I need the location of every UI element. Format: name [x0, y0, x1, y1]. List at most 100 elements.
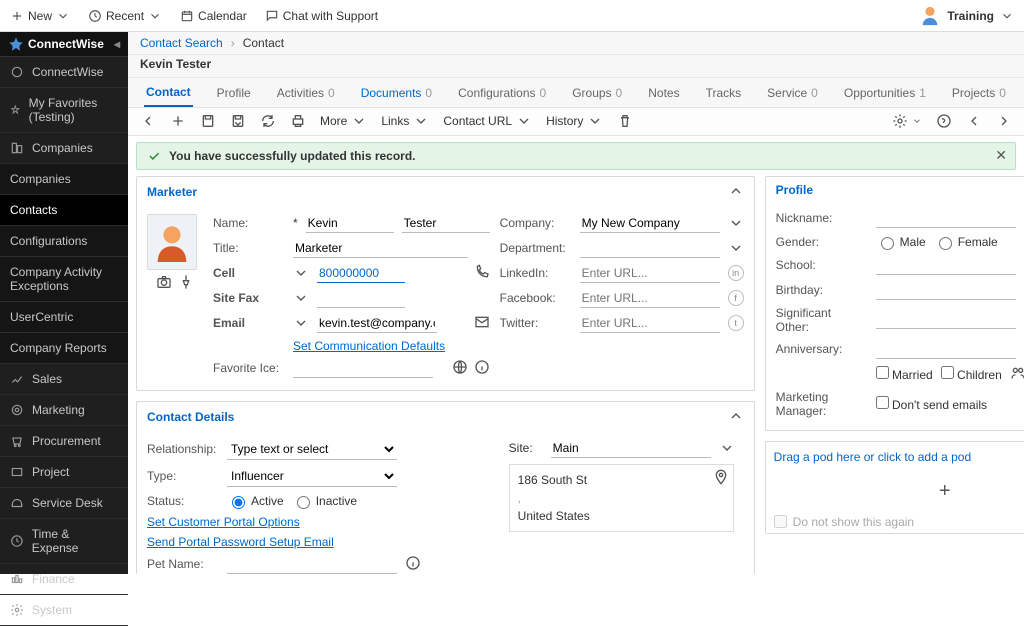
twitter-input[interactable]	[580, 314, 720, 333]
people-icon[interactable]	[1010, 365, 1024, 384]
map-pin-icon[interactable]	[713, 469, 729, 490]
breadcrumb-search[interactable]: Contact Search	[140, 36, 223, 50]
portal-password-link[interactable]: Send Portal Password Setup Email	[147, 535, 334, 549]
add-button[interactable]	[170, 113, 186, 129]
tab-contact[interactable]: Contact	[144, 79, 193, 107]
globe-icon[interactable]	[452, 359, 468, 378]
school-input[interactable]	[876, 256, 1016, 275]
gender-female-radio[interactable]: Female	[934, 234, 998, 250]
nav-finance[interactable]: Finance	[0, 564, 128, 595]
history-menu[interactable]: History	[546, 113, 603, 129]
more-menu[interactable]: More	[320, 113, 367, 129]
collapse-icon[interactable]	[728, 408, 744, 427]
chat-button[interactable]: Chat with Support	[265, 9, 378, 23]
save-close-button[interactable]	[230, 113, 246, 129]
chevron-down-icon[interactable]	[293, 290, 309, 306]
nav-service-desk[interactable]: Service Desk	[0, 488, 128, 519]
linkedin-input[interactable]	[580, 264, 720, 283]
chevron-down-icon[interactable]	[728, 215, 744, 231]
sub-company-reports[interactable]: Company Reports	[0, 333, 128, 364]
tab-notes[interactable]: Notes	[646, 80, 681, 106]
back-button[interactable]	[140, 113, 156, 129]
sub-contacts[interactable]: Contacts	[0, 195, 128, 226]
phone-icon[interactable]	[474, 264, 490, 283]
contact-photo[interactable]	[147, 214, 197, 270]
tab-profile[interactable]: Profile	[215, 80, 253, 106]
contact-url-menu[interactable]: Contact URL	[443, 113, 532, 129]
chevron-down-icon[interactable]	[719, 440, 735, 456]
nav-project[interactable]: Project	[0, 457, 128, 488]
links-menu[interactable]: Links	[381, 113, 429, 129]
customer-portal-link[interactable]: Set Customer Portal Options	[147, 515, 300, 529]
noshow-checkbox[interactable]	[774, 515, 787, 528]
tab-groups[interactable]: Groups0	[570, 80, 624, 106]
email-icon[interactable]	[474, 314, 490, 333]
sub-activity-exceptions[interactable]: Company Activity Exceptions	[0, 257, 128, 302]
company-input[interactable]	[580, 214, 720, 233]
nav-procurement[interactable]: Procurement	[0, 426, 128, 457]
twitter-icon[interactable]: t	[728, 315, 744, 331]
status-active-radio[interactable]: Active	[227, 493, 284, 509]
recent-button[interactable]: Recent	[88, 9, 162, 23]
linkedin-icon[interactable]: in	[728, 265, 744, 281]
phone-input[interactable]	[317, 264, 405, 283]
sub-configurations[interactable]: Configurations	[0, 226, 128, 257]
tab-projects[interactable]: Projects0	[950, 80, 1008, 106]
banner-close-icon[interactable]: ✕	[995, 147, 1007, 164]
married-checkbox[interactable]: Married	[876, 366, 933, 382]
children-checkbox[interactable]: Children	[941, 366, 1002, 382]
fax-input[interactable]	[317, 289, 405, 308]
relationship-select[interactable]: Type text or select	[227, 439, 397, 460]
nav-system[interactable]: System	[0, 595, 128, 626]
tab-tracks[interactable]: Tracks	[704, 80, 744, 106]
sub-usercentric[interactable]: UserCentric	[0, 302, 128, 333]
gender-male-radio[interactable]: Male	[876, 234, 926, 250]
camera-icon[interactable]	[156, 274, 172, 293]
calendar-button[interactable]: Calendar	[180, 9, 247, 23]
delete-button[interactable]	[617, 113, 633, 129]
chevron-down-icon[interactable]	[293, 265, 309, 281]
department-input[interactable]	[580, 239, 720, 258]
prev-record[interactable]	[966, 113, 982, 129]
add-pod-button[interactable]: +	[766, 472, 1024, 511]
tab-opportunities[interactable]: Opportunities1	[842, 80, 928, 106]
user-menu[interactable]: Training	[919, 5, 1014, 27]
nav-time-expense[interactable]: Time & Expense	[0, 519, 128, 564]
last-name-input[interactable]	[402, 214, 490, 233]
sigother-input[interactable]	[876, 310, 1016, 329]
email-input[interactable]	[317, 314, 437, 333]
tab-activities[interactable]: Activities0	[275, 80, 337, 106]
nickname-input[interactable]	[876, 209, 1016, 228]
info-icon[interactable]	[474, 359, 490, 378]
pod-dropzone[interactable]: Drag a pod here or click to add a pod + …	[765, 441, 1024, 534]
nav-sales[interactable]: Sales	[0, 364, 128, 395]
anniversary-input[interactable]	[876, 340, 1016, 359]
status-inactive-radio[interactable]: Inactive	[292, 493, 357, 509]
tab-service[interactable]: Service0	[765, 80, 820, 106]
next-record[interactable]	[996, 113, 1012, 129]
save-button[interactable]	[200, 113, 216, 129]
chevron-down-icon[interactable]	[293, 315, 309, 331]
birthday-input[interactable]	[876, 281, 1016, 300]
nav-marketing[interactable]: Marketing	[0, 395, 128, 426]
settings-menu[interactable]	[892, 113, 922, 129]
print-button[interactable]	[290, 113, 306, 129]
tab-configurations[interactable]: Configurations0	[456, 80, 548, 106]
help-button[interactable]	[936, 113, 952, 129]
info-icon[interactable]	[405, 555, 421, 574]
tab-documents[interactable]: Documents0	[359, 80, 434, 106]
facebook-input[interactable]	[580, 289, 720, 308]
pin-icon[interactable]	[178, 274, 194, 293]
comm-defaults-link[interactable]: Set Communication Defaults	[293, 339, 445, 353]
favorite-input[interactable]	[293, 359, 433, 378]
facebook-icon[interactable]: f	[728, 290, 744, 306]
collapse-icon[interactable]	[728, 183, 744, 202]
nav-companies[interactable]: Companies	[0, 133, 128, 164]
nav-favorites[interactable]: My Favorites (Testing)	[0, 88, 128, 133]
chevron-down-icon[interactable]	[728, 240, 744, 256]
site-input[interactable]	[551, 439, 711, 458]
type-select[interactable]: Influencer	[227, 466, 397, 487]
noemail-checkbox[interactable]: Don't send emails	[876, 396, 987, 412]
pet-name-input[interactable]	[227, 555, 397, 574]
title-input[interactable]	[293, 239, 468, 258]
